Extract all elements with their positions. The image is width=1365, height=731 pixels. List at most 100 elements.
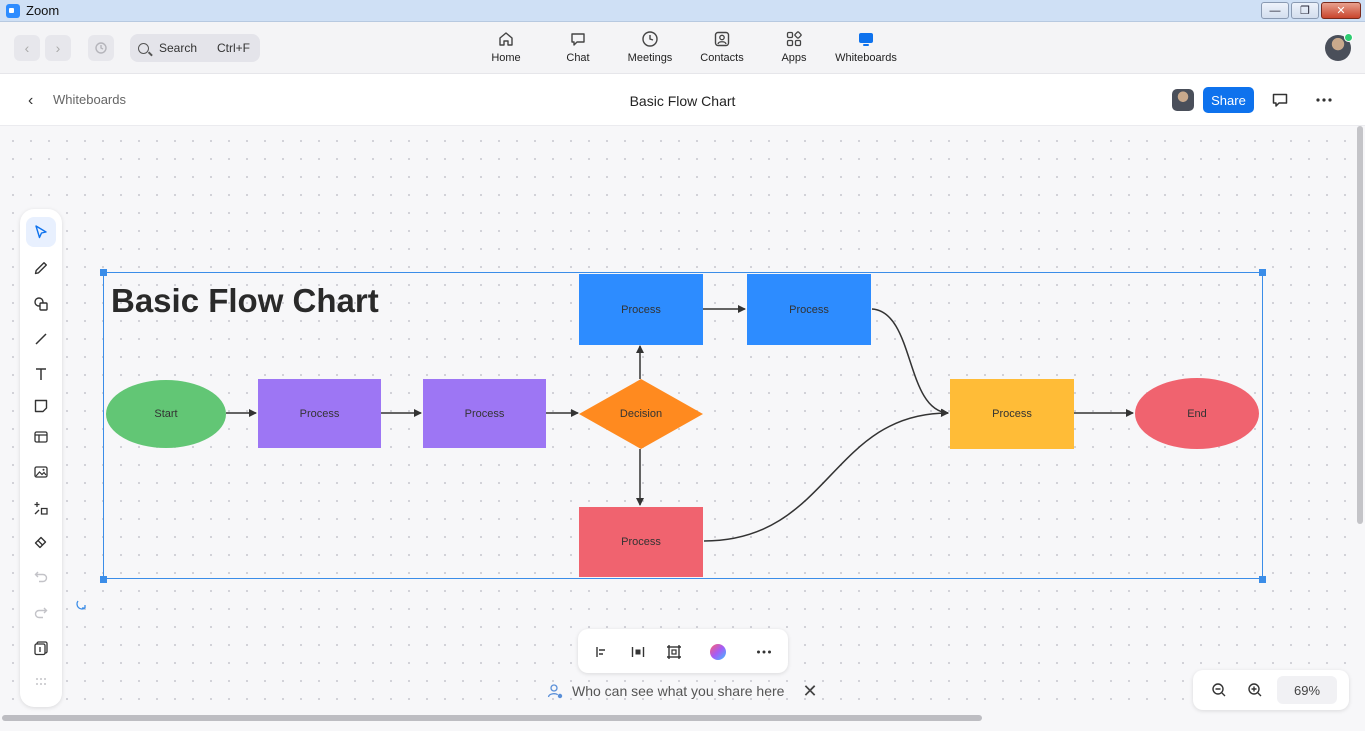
minimize-button[interactable]: —: [1261, 2, 1289, 19]
template-tool[interactable]: [26, 422, 56, 452]
template-icon: [34, 431, 48, 443]
image-icon: [34, 466, 48, 478]
top-navigation: ‹ › Search Ctrl+F Home Chat Meetings Con…: [0, 22, 1365, 74]
resize-handle-bottom-left[interactable]: [100, 576, 107, 583]
frame-icon: [667, 645, 681, 659]
more-actions-button[interactable]: [755, 643, 773, 661]
node-decision[interactable]: Decision: [579, 379, 703, 449]
nav-item-label: Contacts: [700, 52, 744, 64]
select-tool[interactable]: [26, 217, 56, 247]
ai-tool[interactable]: [26, 493, 56, 523]
vertical-scrollbar[interactable]: [1357, 126, 1363, 524]
zoom-in-button[interactable]: [1245, 680, 1265, 700]
nav-item-label: Home: [491, 52, 521, 64]
collaborator-avatar[interactable]: [1172, 89, 1194, 111]
more-tools-button[interactable]: [26, 667, 56, 697]
history-button[interactable]: [88, 35, 114, 61]
nav-items: Home Chat Meetings Contacts Apps Whitebo…: [470, 30, 902, 64]
window-controls: — ❐ ✕: [1261, 2, 1361, 19]
whiteboard-icon: [857, 30, 875, 48]
clock-icon: [641, 30, 659, 48]
comment-button[interactable]: [1269, 89, 1291, 111]
nav-item-home[interactable]: Home: [470, 30, 542, 64]
page-title: Basic Flow Chart: [629, 93, 736, 109]
node-process-bottom[interactable]: Process: [579, 507, 703, 577]
pen-tool[interactable]: [26, 253, 56, 283]
grid-dots-icon: [36, 678, 46, 685]
whiteboard-header: ‹ Whiteboards Basic Flow Chart Share: [0, 74, 1365, 126]
history-icon: [95, 42, 107, 54]
window-title: Zoom: [26, 3, 60, 18]
back-button[interactable]: ‹: [14, 35, 40, 61]
color-wheel-icon: [710, 644, 726, 660]
distribute-icon: [631, 647, 645, 657]
node-process-2[interactable]: Process: [423, 379, 546, 448]
nav-item-label: Whiteboards: [835, 52, 897, 64]
nav-item-label: Chat: [566, 52, 590, 64]
nav-item-label: Meetings: [627, 52, 673, 64]
nav-item-chat[interactable]: Chat: [542, 30, 614, 64]
share-button[interactable]: Share: [1203, 87, 1254, 113]
node-process-right[interactable]: Process: [950, 379, 1074, 449]
redo-icon: [34, 607, 48, 619]
nav-item-meetings[interactable]: Meetings: [614, 30, 686, 64]
chat-icon: [569, 30, 587, 48]
zoom-level[interactable]: 69%: [1277, 676, 1337, 704]
zoom-logo-icon: [6, 3, 20, 18]
zoom-out-icon: [1212, 683, 1226, 697]
more-options-button[interactable]: [1313, 89, 1335, 111]
share-visibility-notice: Who can see what you share here ✕: [546, 680, 818, 702]
resize-handle-top-right[interactable]: [1259, 269, 1266, 276]
user-eye-icon: [547, 684, 563, 699]
forward-button[interactable]: ›: [45, 35, 71, 61]
resize-handle-bottom-right[interactable]: [1259, 576, 1266, 583]
align-button[interactable]: [593, 643, 611, 661]
frame-button[interactable]: [665, 643, 683, 661]
line-tool[interactable]: [26, 324, 56, 354]
zoom-in-icon: [1248, 683, 1262, 697]
restore-button[interactable]: ❐: [1291, 2, 1319, 19]
color-button[interactable]: [709, 643, 727, 661]
close-window-button[interactable]: ✕: [1321, 2, 1361, 19]
line-icon: [35, 333, 47, 345]
window-titlebar: Zoom — ❐ ✕: [0, 0, 1365, 22]
distribute-button[interactable]: [629, 643, 647, 661]
nav-item-contacts[interactable]: Contacts: [686, 30, 758, 64]
tool-sidebar: [20, 209, 62, 707]
align-left-icon: [596, 647, 605, 657]
notice-text: Who can see what you share here: [572, 683, 785, 699]
selection-toolbar: [578, 629, 788, 673]
eraser-tool[interactable]: [26, 527, 56, 557]
cursor-icon: [35, 225, 47, 239]
close-notice-icon[interactable]: ✕: [802, 681, 817, 702]
more-horizontal-icon: [757, 650, 771, 654]
search-shortcut: Ctrl+F: [217, 41, 250, 55]
user-avatar[interactable]: [1325, 33, 1353, 61]
pages-button[interactable]: [26, 633, 56, 663]
shapes-tool[interactable]: [26, 289, 56, 319]
nav-item-apps[interactable]: Apps: [758, 30, 830, 64]
zoom-out-button[interactable]: [1209, 680, 1229, 700]
image-tool[interactable]: [26, 457, 56, 487]
search-icon: [138, 42, 149, 54]
rotate-handle-icon[interactable]: [75, 597, 89, 611]
search-input[interactable]: Search Ctrl+F: [130, 34, 260, 62]
home-icon: [497, 30, 515, 48]
horizontal-scrollbar[interactable]: [2, 715, 982, 721]
node-process-1[interactable]: Process: [258, 379, 381, 448]
search-label: Search: [159, 41, 198, 55]
sticky-note-tool[interactable]: [26, 391, 56, 421]
undo-button[interactable]: [26, 561, 56, 591]
nav-item-whiteboards[interactable]: Whiteboards: [830, 30, 902, 64]
shapes-icon: [34, 297, 48, 311]
node-process-top-2[interactable]: Process: [747, 274, 871, 345]
node-end[interactable]: End: [1135, 378, 1259, 449]
contacts-icon: [713, 30, 731, 48]
board-title[interactable]: Basic Flow Chart: [111, 282, 379, 320]
resize-handle-top-left[interactable]: [100, 269, 107, 276]
apps-icon: [785, 30, 803, 48]
redo-button[interactable]: [26, 597, 56, 627]
node-process-top-1[interactable]: Process: [579, 274, 703, 345]
text-tool[interactable]: [26, 359, 56, 389]
node-start[interactable]: Start: [106, 380, 226, 448]
